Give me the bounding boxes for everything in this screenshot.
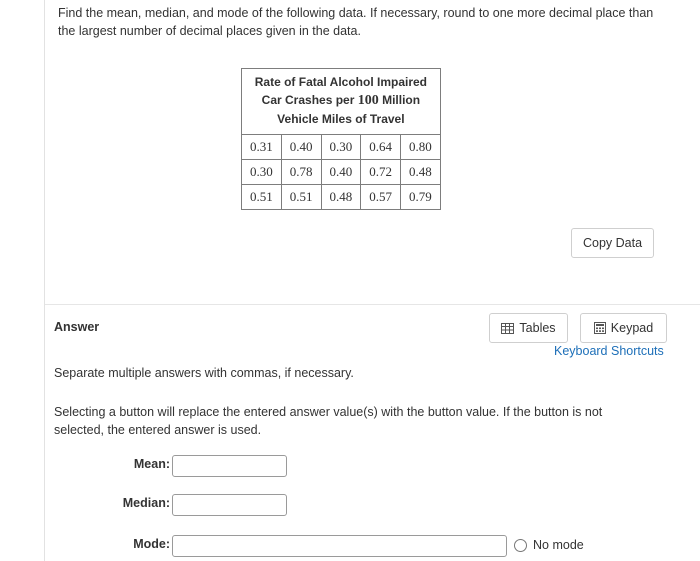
table-cell: 0.40 bbox=[320, 159, 362, 185]
mean-input[interactable] bbox=[172, 455, 287, 477]
keyboard-shortcuts-link[interactable]: Keyboard Shortcuts bbox=[554, 344, 664, 358]
table-icon bbox=[501, 322, 515, 334]
mean-label: Mean: bbox=[133, 457, 170, 471]
answer-heading: Answer bbox=[54, 320, 100, 334]
title-line-2: Car Crashes per 100 Million bbox=[248, 91, 434, 110]
tables-button[interactable]: Tables bbox=[489, 313, 568, 343]
median-label: Median: bbox=[122, 496, 170, 510]
question-text: Find the mean, median, and mode of the f… bbox=[58, 6, 654, 38]
table-cell: 0.48 bbox=[320, 184, 362, 210]
copy-data-label: Copy Data bbox=[582, 236, 643, 250]
table-cell: 0.30 bbox=[241, 159, 282, 185]
table-cell: 0.79 bbox=[400, 184, 441, 210]
keypad-button[interactable]: Keypad bbox=[580, 313, 667, 343]
table-cell: 0.78 bbox=[280, 159, 322, 185]
copy-data-button[interactable]: Copy Data bbox=[571, 228, 654, 258]
no-mode-radio[interactable] bbox=[514, 538, 527, 552]
keypad-icon bbox=[593, 322, 606, 334]
mode-input[interactable] bbox=[172, 535, 507, 557]
table-row: 0.30 0.78 0.40 0.72 0.48 bbox=[241, 159, 441, 185]
mode-label: Mode: bbox=[133, 537, 170, 551]
table-cell: 0.40 bbox=[280, 134, 322, 160]
title-line-1: Rate of Fatal Alcohol Impaired bbox=[254, 75, 427, 89]
median-input[interactable] bbox=[172, 494, 287, 516]
table-row: 0.51 0.51 0.48 0.57 0.79 bbox=[241, 184, 441, 210]
table-cell: 0.64 bbox=[360, 134, 401, 160]
table-row: 0.31 0.40 0.30 0.64 0.80 bbox=[241, 134, 441, 160]
instruction-commas: Separate multiple answers with commas, i… bbox=[54, 366, 354, 380]
table-cell: 0.48 bbox=[400, 159, 441, 185]
table-cell: 0.72 bbox=[360, 159, 401, 185]
table-cell: 0.31 bbox=[241, 134, 282, 160]
instruction-button-replace: Selecting a button will replace the ente… bbox=[54, 405, 603, 437]
table-cell: 0.80 bbox=[400, 134, 441, 160]
title-line-2-pre: Car Crashes per bbox=[261, 93, 355, 107]
table-cell: 0.30 bbox=[320, 134, 362, 160]
table-cell: 0.51 bbox=[241, 184, 282, 210]
title-line-3: Vehicle Miles of Travel bbox=[277, 112, 405, 126]
no-mode-label: No mode bbox=[533, 538, 584, 552]
title-line-2-post: Million bbox=[382, 93, 421, 107]
tables-label: Tables bbox=[519, 321, 556, 335]
no-mode-option[interactable]: No mode bbox=[514, 538, 584, 552]
data-table: Rate of Fatal Alcohol Impaired Car Crash… bbox=[241, 68, 441, 210]
table-cell: 0.57 bbox=[360, 184, 401, 210]
data-table-title: Rate of Fatal Alcohol Impaired Car Crash… bbox=[241, 68, 441, 135]
keypad-label: Keypad bbox=[610, 321, 654, 335]
divider bbox=[45, 304, 700, 305]
title-line-2-num: 100 bbox=[357, 93, 379, 108]
table-cell: 0.51 bbox=[280, 184, 322, 210]
